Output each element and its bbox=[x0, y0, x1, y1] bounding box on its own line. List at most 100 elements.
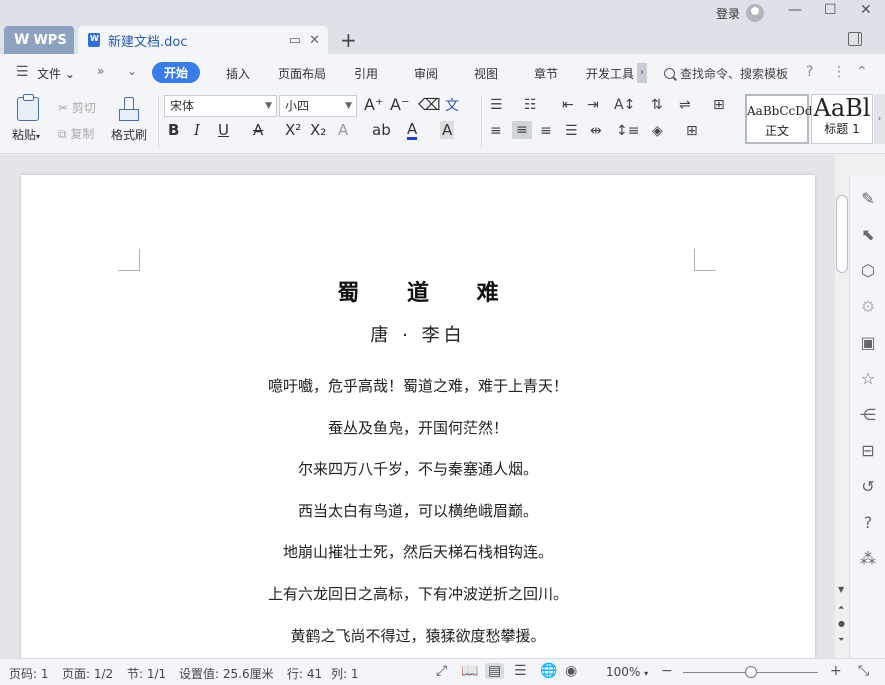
shapes-icon[interactable]: ⬡ bbox=[859, 261, 877, 280]
bold-icon[interactable]: B bbox=[168, 121, 179, 139]
scrollbar-thumb[interactable] bbox=[836, 195, 848, 273]
scroll-down-arrow-icon[interactable]: ▼ bbox=[838, 585, 844, 594]
collapse-ribbon-icon[interactable]: ⌃ bbox=[856, 64, 868, 80]
subscript-icon[interactable]: X₂ bbox=[310, 121, 326, 139]
brush-icon[interactable] bbox=[119, 97, 139, 121]
table-grid-icon[interactable]: ⊞ bbox=[713, 97, 725, 113]
highlight-icon[interactable]: ab bbox=[372, 121, 391, 139]
help-icon[interactable]: ? bbox=[806, 64, 813, 80]
section-indicator[interactable]: 节: 1/1 bbox=[127, 665, 166, 682]
restore-layout-icon[interactable]: ⤡ bbox=[858, 663, 869, 679]
page-count[interactable]: 页面: 1/2 bbox=[62, 665, 113, 682]
document-page[interactable]: 蜀 道 难 唐 · 李白 噫吁嚱，危乎高哉！蜀道之难，难于上青天！ 蚕丛及鱼凫，… bbox=[21, 175, 815, 658]
char-shading-icon[interactable]: A bbox=[440, 121, 455, 139]
numbered-list-icon[interactable]: ☷ bbox=[524, 97, 537, 113]
web-view-icon[interactable]: 🌐 bbox=[540, 663, 557, 679]
apps-grid-icon[interactable]: ⁂ bbox=[859, 549, 877, 568]
edit-pen-icon[interactable]: ✎ bbox=[859, 189, 877, 208]
picture-icon[interactable]: ▣ bbox=[859, 333, 877, 352]
superscript-icon[interactable]: X² bbox=[285, 121, 301, 139]
zoom-out-icon[interactable]: − bbox=[661, 663, 673, 679]
tab-review[interactable]: 审阅 bbox=[414, 65, 438, 82]
pinyin-guide-icon[interactable]: 文 bbox=[445, 95, 459, 115]
menu-dropdown-icon[interactable]: ⌄ bbox=[127, 64, 137, 78]
new-tab-button[interactable]: + bbox=[340, 28, 357, 52]
tab-document[interactable]: 新建文档.doc ▭ ✕ bbox=[78, 26, 328, 54]
align-right-icon[interactable]: ≡ bbox=[540, 123, 552, 139]
tab-developer[interactable]: 开发工具 bbox=[586, 65, 634, 82]
eye-protection-icon[interactable]: ◉ bbox=[565, 663, 577, 679]
line-spacing-icon[interactable]: ↕≡ bbox=[616, 123, 639, 139]
star-icon[interactable]: ☆ bbox=[859, 369, 877, 388]
sort-icon[interactable]: ⇅ bbox=[651, 97, 663, 113]
font-color-icon[interactable]: A bbox=[407, 121, 418, 140]
zoom-slider-thumb[interactable] bbox=[745, 666, 757, 678]
more-options-icon[interactable]: ⋮ bbox=[832, 64, 846, 80]
text-effect-icon[interactable]: A bbox=[338, 121, 348, 139]
text-direction-icon[interactable]: A↕ bbox=[614, 97, 635, 113]
show-marks-icon[interactable]: ⇌ bbox=[679, 97, 691, 113]
clear-format-icon[interactable]: ⌫ bbox=[418, 95, 441, 114]
tab-view[interactable]: 视图 bbox=[474, 65, 498, 82]
distribute-icon[interactable]: ⇹ bbox=[590, 123, 602, 139]
zoom-in-icon[interactable]: + bbox=[830, 663, 842, 679]
styles-scroll-button[interactable]: › bbox=[874, 94, 885, 144]
fullscreen-icon[interactable]: ⤢ bbox=[436, 663, 447, 679]
close-window-button[interactable]: ✕ bbox=[860, 2, 872, 18]
minimize-button[interactable]: — bbox=[788, 2, 802, 18]
align-center-icon[interactable]: ≡ bbox=[512, 121, 532, 139]
font-size-select[interactable]: 小四 ▼ bbox=[279, 95, 357, 117]
select-cursor-icon[interactable]: ⬉ bbox=[859, 225, 877, 244]
style-normal[interactable]: AaBbCcDd 正文 bbox=[745, 94, 813, 144]
maximize-button[interactable]: ☐ bbox=[824, 2, 837, 18]
clipboard-icon[interactable] bbox=[17, 94, 39, 121]
align-left-icon[interactable]: ≡ bbox=[490, 123, 502, 139]
command-search[interactable]: 查找命令、搜索模板 bbox=[664, 65, 788, 82]
cut-button[interactable]: ✂ 剪切 bbox=[58, 99, 96, 116]
tab-references[interactable]: 引用 bbox=[354, 65, 378, 82]
outline-view-icon[interactable]: ☰ bbox=[514, 663, 527, 679]
shrink-font-icon[interactable]: A⁻ bbox=[390, 95, 409, 114]
archive-icon[interactable]: ⊟ bbox=[859, 441, 877, 460]
zoom-level[interactable]: 100% ▾ bbox=[606, 665, 648, 679]
reading-mode-icon[interactable]: 📖 bbox=[461, 663, 478, 679]
tab-wps-home[interactable]: W WPS bbox=[4, 26, 74, 54]
row-indicator[interactable]: 行: 41 bbox=[287, 665, 322, 682]
login-button[interactable]: 登录 bbox=[716, 4, 765, 22]
strikethrough-icon[interactable]: A bbox=[253, 121, 263, 139]
format-painter-button[interactable]: 格式刷 bbox=[111, 126, 147, 143]
shading-fill-icon[interactable]: ◈ bbox=[652, 123, 663, 139]
italic-icon[interactable]: I bbox=[194, 121, 200, 139]
tab-home[interactable]: 开始 bbox=[152, 62, 201, 83]
bullet-list-icon[interactable]: ☰ bbox=[490, 97, 503, 113]
copy-button[interactable]: ⧉ 复制 bbox=[58, 125, 94, 142]
next-page-icon[interactable]: ⏷ bbox=[838, 635, 844, 645]
history-icon[interactable]: ↺ bbox=[859, 477, 877, 496]
tab-page-layout[interactable]: 页面布局 bbox=[278, 65, 326, 82]
prev-page-icon[interactable]: ⏶ bbox=[838, 603, 844, 613]
underline-icon[interactable]: U bbox=[218, 121, 229, 139]
vertical-scrollbar[interactable]: ▼ ⏶ ● ⏷ bbox=[835, 175, 849, 658]
setting-value[interactable]: 设置值: 25.6厘米 bbox=[179, 665, 274, 682]
paste-button[interactable]: 粘贴▾ bbox=[12, 126, 40, 143]
borders-icon[interactable]: ⊞ bbox=[686, 123, 698, 139]
side-panel-toggle-icon[interactable] bbox=[848, 32, 862, 46]
decrease-indent-icon[interactable]: ⇤ bbox=[562, 97, 574, 113]
page-number[interactable]: 页码: 1 bbox=[9, 665, 49, 682]
select-browse-object-icon[interactable]: ● bbox=[838, 619, 845, 628]
tab-chapter[interactable]: 章节 bbox=[534, 65, 558, 82]
hamburger-menu-icon[interactable]: ☰ bbox=[16, 64, 29, 80]
close-tab-icon[interactable]: ✕ bbox=[309, 33, 320, 48]
share-icon[interactable]: ⋲ bbox=[859, 405, 877, 424]
style-heading-1[interactable]: AaBl 标题 1 bbox=[811, 94, 873, 144]
page-view-icon[interactable]: ▤ bbox=[485, 663, 505, 679]
grow-font-icon[interactable]: A⁺ bbox=[364, 95, 383, 114]
float-window-icon[interactable]: ▭ bbox=[289, 33, 301, 48]
justify-icon[interactable]: ☰ bbox=[565, 123, 578, 139]
more-tabs-button[interactable]: › bbox=[637, 63, 647, 83]
menu-file[interactable]: 文件 ⌄ bbox=[37, 65, 75, 82]
help-circle-icon[interactable]: ? bbox=[859, 513, 877, 532]
tab-insert[interactable]: 插入 bbox=[226, 65, 250, 82]
menu-expand-icon[interactable]: » bbox=[97, 64, 104, 78]
increase-indent-icon[interactable]: ⇥ bbox=[587, 97, 599, 113]
